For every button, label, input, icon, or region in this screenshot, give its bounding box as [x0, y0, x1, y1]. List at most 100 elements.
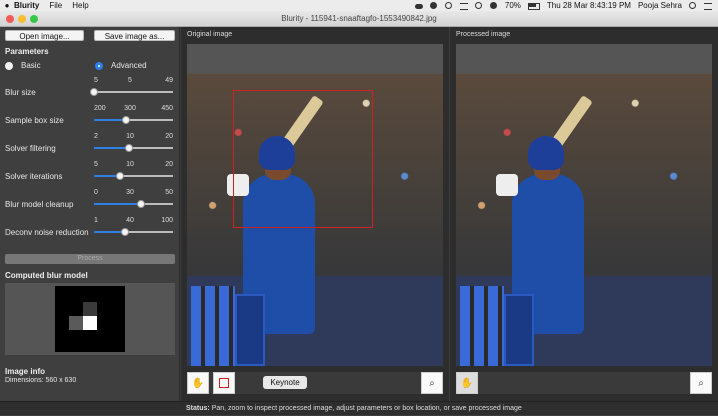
slider-fill — [94, 119, 126, 121]
radio-unselected[interactable] — [5, 61, 13, 70]
controls-panel: Open image... Save image as... Parameter… — [0, 27, 180, 401]
select-box-icon[interactable] — [213, 372, 235, 394]
slider-track[interactable] — [94, 91, 173, 93]
image-top-margin — [187, 44, 443, 74]
notification-center-icon[interactable] — [704, 2, 712, 10]
processed-image-title: Processed image — [456, 31, 511, 38]
cloud-icon[interactable] — [414, 2, 423, 9]
mode-advanced-radio[interactable]: Advanced — [95, 61, 147, 70]
status-label: Status: — [186, 405, 210, 412]
original-image-canvas[interactable] — [187, 74, 443, 366]
process-button[interactable]: Process — [5, 254, 175, 264]
slider-label: Solver filtering — [5, 144, 56, 153]
slider-thumb[interactable] — [116, 172, 125, 180]
menu-help[interactable]: Help — [72, 1, 88, 10]
slider-min-tick: 2 — [94, 133, 98, 140]
minimize-window-icon[interactable] — [18, 15, 26, 23]
photo-leg-pad — [235, 294, 265, 366]
battery-icon[interactable] — [527, 2, 540, 10]
slider-max-tick: 50 — [165, 189, 173, 196]
slider-thumb[interactable] — [120, 228, 129, 236]
blur-model-heading: Computed blur model — [5, 271, 88, 280]
zoom-icon[interactable]: ⌕ — [690, 372, 712, 394]
slider-min-tick: 200 — [94, 105, 106, 112]
slider-max-tick: 20 — [165, 161, 173, 168]
window-title: Blurity - 115941-snaaftagfo-1553490842.j… — [281, 14, 437, 23]
slider-value-tick: 300 — [124, 105, 136, 112]
slider-label: Solver iterations — [5, 172, 63, 181]
sample-box-selection[interactable] — [233, 90, 373, 228]
clock[interactable]: Thu 28 Mar 8:43:19 PM — [547, 1, 631, 10]
photo-helmet — [528, 136, 564, 170]
status-bar: Status: Pan, zoom to inspect processed i… — [0, 401, 718, 415]
skype-icon[interactable] — [444, 2, 453, 9]
image-info-heading: Image info — [5, 367, 46, 376]
zoom-window-icon[interactable] — [30, 15, 38, 23]
slider-max-tick: 450 — [161, 105, 173, 112]
battery-percent: 70% — [504, 1, 521, 10]
blur-kernel-canvas — [55, 286, 125, 352]
bluetooth-icon[interactable] — [459, 2, 468, 10]
slider-label: Blur size — [5, 88, 36, 97]
kernel-pixel — [69, 316, 83, 330]
wifi-icon[interactable] — [474, 2, 483, 9]
slider-fill — [94, 147, 129, 149]
slider-thumb[interactable] — [137, 200, 146, 208]
photo-stumps — [191, 286, 235, 366]
menu-app-name[interactable]: Blurity — [14, 1, 39, 10]
apple-icon[interactable]: ● — [0, 1, 14, 10]
search-icon[interactable] — [689, 2, 697, 9]
window-controls — [6, 15, 38, 23]
kernel-pixel — [83, 302, 97, 316]
keynote-button[interactable]: Keynote — [263, 376, 307, 389]
pan-hand-icon[interactable]: ✋ — [187, 372, 209, 394]
original-image-title: Original image — [187, 31, 233, 38]
kernel-pixel — [83, 316, 97, 330]
slider-value-tick: 40 — [126, 217, 134, 224]
slider-fill — [94, 203, 142, 205]
slider-max-tick: 49 — [165, 77, 173, 84]
slider-value-tick: 10 — [126, 133, 134, 140]
photo-stumps — [460, 286, 504, 366]
slider-min-tick: 5 — [94, 77, 98, 84]
save-image-button[interactable]: Save image as... — [94, 30, 175, 41]
user-name[interactable]: Pooja Sehra — [638, 1, 682, 10]
slider-max-tick: 20 — [165, 133, 173, 140]
volume-icon[interactable] — [489, 2, 498, 9]
slider-thumb[interactable] — [124, 144, 133, 152]
radio-selected[interactable] — [95, 61, 103, 70]
slider-label: Deconv noise reduction — [5, 228, 89, 237]
processed-image-canvas[interactable] — [456, 74, 712, 366]
slider-min-tick: 5 — [94, 161, 98, 168]
status-area: 70% Thu 28 Mar 8:43:19 PM Pooja Sehra — [414, 1, 718, 10]
slider-label: Blur model cleanup — [5, 200, 74, 209]
slider-value-tick: 5 — [128, 77, 132, 84]
slider-value-tick: 10 — [126, 161, 134, 168]
slider-min-tick: 1 — [94, 217, 98, 224]
slider-thumb[interactable] — [90, 88, 98, 96]
photo-gloves — [496, 174, 518, 196]
processed-toolbar — [456, 372, 712, 394]
app-status-icon[interactable] — [429, 2, 438, 9]
slider-thumb[interactable] — [121, 116, 130, 124]
zoom-icon[interactable]: ⌕ — [421, 372, 443, 394]
open-image-button[interactable]: Open image... — [5, 30, 84, 41]
slider-min-tick: 0 — [94, 189, 98, 196]
original-image-panel: Original image ✋ Keynote ⌕ — [181, 27, 449, 401]
mode-basic-label: Basic — [21, 61, 41, 70]
photo-leg-pad — [504, 294, 534, 366]
menubar: ● Blurity File Help 70% Thu 28 Mar 8:43:… — [0, 0, 718, 11]
status-text: Pan, zoom to inspect processed image, ad… — [211, 405, 522, 412]
menu-file[interactable]: File — [49, 1, 62, 10]
mode-advanced-label: Advanced — [111, 61, 147, 70]
slider-value-tick: 30 — [126, 189, 134, 196]
slider-label: Sample box size — [5, 116, 64, 125]
slider-max-tick: 100 — [161, 217, 173, 224]
mode-basic-radio[interactable]: Basic — [5, 61, 41, 70]
image-dimensions: Dimensions: 560 x 630 — [5, 377, 77, 384]
close-window-icon[interactable] — [6, 15, 14, 23]
parameters-heading: Parameters — [5, 47, 49, 56]
pan-hand-icon[interactable]: ✋ — [456, 372, 478, 394]
blur-model-preview — [5, 283, 175, 355]
processed-image-panel: Processed image ✋ ⌕ — [450, 27, 718, 401]
